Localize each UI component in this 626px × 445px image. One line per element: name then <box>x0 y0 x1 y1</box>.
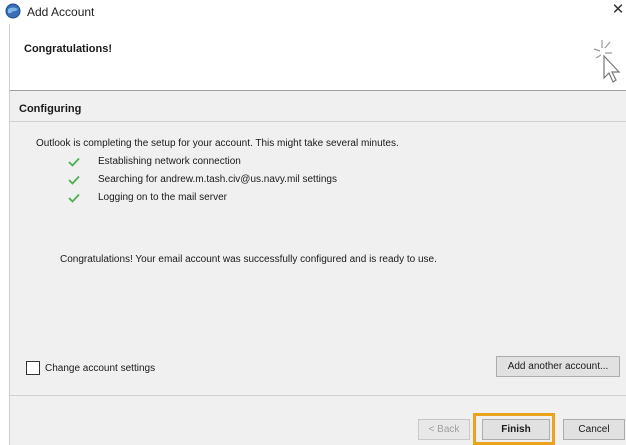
success-message: Congratulations! Your email account was … <box>60 254 437 265</box>
header-title: Congratulations! <box>24 43 112 55</box>
change-settings-label[interactable]: Change account settings <box>45 363 155 374</box>
finish-button[interactable]: Finish <box>482 419 550 440</box>
back-button[interactable]: < Back <box>418 419 470 440</box>
intro-text: Outlook is completing the setup for your… <box>36 138 399 149</box>
close-icon[interactable]: ✕ <box>610 1 626 19</box>
checkmark-icon <box>68 175 80 185</box>
add-another-account-button[interactable]: Add another account... <box>496 356 620 377</box>
cancel-button[interactable]: Cancel <box>563 419 625 440</box>
title-bar: Add Account ✕ <box>0 0 626 24</box>
change-settings-checkbox[interactable] <box>26 361 40 375</box>
wizard-sparkle-cursor-icon <box>593 40 621 83</box>
wizard-content: Configuring Outlook is completing the se… <box>9 90 626 445</box>
divider <box>10 395 626 396</box>
divider <box>10 90 626 91</box>
step-label: Searching for andrew.m.tash.civ@us.navy.… <box>98 174 337 185</box>
wizard-header: Congratulations! <box>9 24 626 90</box>
section-title: Configuring <box>19 103 82 115</box>
outlook-globe-icon <box>5 3 21 19</box>
step-label: Logging on to the mail server <box>98 192 227 203</box>
checkmark-icon <box>68 193 80 203</box>
window-title: Add Account <box>27 5 95 19</box>
step-label: Establishing network connection <box>98 156 241 167</box>
divider <box>10 121 626 122</box>
checkmark-icon <box>68 157 80 167</box>
